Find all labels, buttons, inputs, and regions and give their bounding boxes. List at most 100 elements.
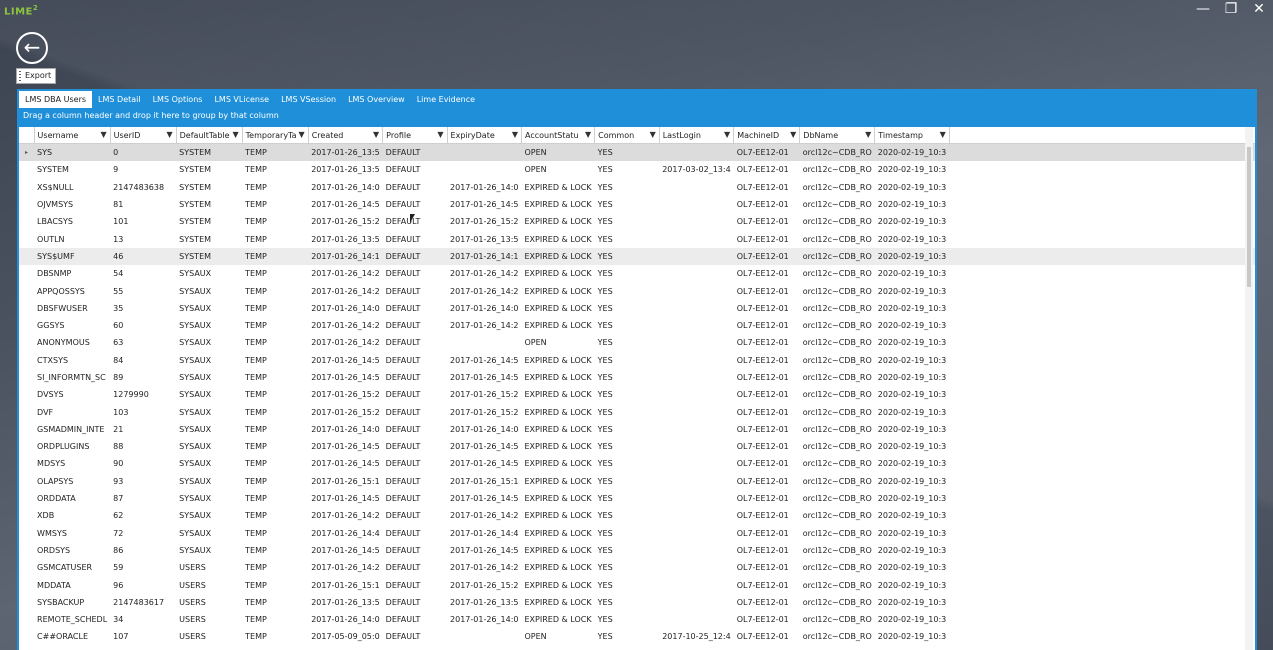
export-button[interactable]: Export: [16, 68, 57, 84]
table-row[interactable]: CTXSYS 84 SYSAUX TEMP 2017-01-26_14:5 DEFAULT…: [19, 352, 1255, 369]
cell-temporaryta: TEMP: [245, 545, 267, 555]
cell-username: GGSYS: [37, 321, 65, 331]
cell-common: YES: [597, 459, 613, 469]
column-header-temporaryta[interactable]: TemporaryTa ▼: [242, 127, 309, 144]
column-header-accountstatu[interactable]: AccountStatu ▼: [521, 127, 596, 144]
tab-lms-overview[interactable]: LMS Overview: [342, 91, 411, 108]
filter-icon[interactable]: ▼: [940, 130, 946, 139]
cell-userid: 63: [113, 338, 124, 348]
cell-profile: DEFAULT: [385, 528, 421, 538]
table-row[interactable]: LBACSYS 101 SYSTEM TEMP 2017-01-26_15:2 DEFAU…: [19, 213, 1255, 230]
table-row[interactable]: MDSYS 90 SYSAUX TEMP 2017-01-26_14:5 DEFAULT 2…: [19, 455, 1255, 472]
column-header-lastlogin[interactable]: LastLogin ▼: [659, 127, 735, 144]
cell-common: YES: [597, 442, 613, 452]
cell-profile: DEFAULT: [385, 303, 421, 313]
table-row[interactable]: OUTLN 13 SYSTEM TEMP 2017-01-26_13:5 DEFAULT 2…: [19, 230, 1255, 247]
table-row[interactable]: REMOTE_SCHEDL 34 USERS TEMP 2017-01-26_14:0 D…: [19, 611, 1255, 628]
column-header-timestamp[interactable]: Timestamp ▼: [874, 127, 950, 144]
table-row[interactable]: WMSYS 72 SYSAUX TEMP 2017-01-26_14:4 DEFAULT 2…: [19, 525, 1255, 542]
column-header-dbname[interactable]: DbName ▼: [799, 127, 876, 144]
table-row[interactable]: SI_INFORMTN_SC 89 SYSAUX TEMP 2017-01-26_14:…: [19, 369, 1255, 386]
table-row[interactable]: XS$NULL 2147483638 SYSTEM TEMP 2017-01-26_14…: [19, 179, 1255, 196]
table-row[interactable]: OJVMSYS 81 SYSTEM TEMP 2017-01-26_14:5 DEFAUL…: [19, 196, 1255, 213]
cell-accountstatu: EXPIRED & LOCK: [524, 234, 592, 244]
maximize-icon[interactable]: ❐: [1217, 0, 1245, 18]
table-row[interactable]: DBSFWUSER 35 SYSAUX TEMP 2017-01-26_14:0 DEFA…: [19, 300, 1255, 317]
filter-icon[interactable]: ▼: [101, 130, 107, 139]
cell-expirydate: [447, 161, 521, 178]
filter-icon[interactable]: ▼: [585, 130, 591, 139]
table-row[interactable]: SYSTEM 9 SYSTEM TEMP 2017-01-26_13:5 DEFAULT O…: [19, 161, 1255, 178]
cell-common: YES: [594, 247, 660, 266]
cell-lastlogin: [659, 317, 733, 334]
minimize-icon[interactable]: —: [1189, 0, 1217, 18]
cell-dbname: orcl12c~CDB_RO: [802, 390, 872, 400]
column-header-profile[interactable]: Profile ▼: [382, 127, 448, 144]
column-header-userid[interactable]: UserID ▼: [110, 127, 177, 144]
table-row[interactable]: ANONYMOUS 63 SYSAUX TEMP 2017-01-26_14:2 DEFA…: [19, 334, 1255, 351]
filter-icon[interactable]: ▼: [299, 130, 305, 139]
filter-icon[interactable]: ▼: [232, 130, 238, 139]
table-row[interactable]: OLAPSYS 93 SYSAUX TEMP 2017-01-26_15:1 DEFAUL…: [19, 473, 1255, 490]
cell-dbname: orcl12c~CDB_RO: [802, 511, 872, 521]
cell-dbname: orcl12c~CDB_RO: [802, 286, 872, 296]
tab-lms-options[interactable]: LMS Options: [147, 91, 209, 108]
filter-icon[interactable]: ▼: [865, 130, 871, 139]
cell-created: 2017-01-26_14:5: [311, 355, 380, 365]
cell-userid: 93: [113, 476, 124, 486]
table-row[interactable]: APPQOSSYS 55 SYSAUX TEMP 2017-01-26_14:2 DEFA…: [19, 282, 1255, 299]
table-row[interactable]: ORDSYS 86 SYSAUX TEMP 2017-01-26_14:5 DEFAULT…: [19, 542, 1255, 559]
table-row[interactable]: GSMCATUSER 59 USERS TEMP 2017-01-26_14:2 DEFA…: [19, 559, 1255, 576]
column-header-username[interactable]: Username ▼: [34, 127, 111, 144]
cell-dbname: orcl12c~CDB_RO: [802, 269, 872, 279]
row-indicator: [19, 455, 34, 472]
filter-icon[interactable]: ▼: [166, 130, 172, 139]
table-row[interactable]: DVSYS 1279990 SYSAUX TEMP 2017-01-26_15:2 DEF…: [19, 386, 1255, 403]
filter-icon[interactable]: ▼: [724, 130, 730, 139]
table-row[interactable]: SYS$UMF 46 SYSTEM TEMP 2017-01-26_14:1 DEFAUL…: [19, 247, 1255, 266]
cell-dbname: orcl12c~CDB_RO: [802, 580, 872, 590]
table-row[interactable]: MDDATA 96 USERS TEMP 2017-01-26_15:1 DEFAULT 2…: [19, 576, 1255, 593]
filter-icon[interactable]: ▼: [790, 130, 796, 139]
tab-lms-dba-users[interactable]: LMS DBA Users: [19, 91, 93, 108]
filter-icon[interactable]: ▼: [373, 130, 379, 139]
tab-lms-detail[interactable]: LMS Detail: [92, 91, 147, 108]
row-filler: [949, 247, 1255, 266]
cell-timestamp: 2020-02-19_10:3: [877, 234, 947, 244]
column-header-machineid[interactable]: MachineID ▼: [733, 127, 801, 144]
cell-userid: 86: [113, 545, 124, 555]
table-row[interactable]: GSMADMIN_INTE 21 SYSAUX TEMP 2017-01-26_14:0…: [19, 421, 1255, 438]
column-header-defaulttable[interactable]: DefaultTable ▼: [176, 127, 243, 144]
table-row[interactable]: ▸ SYS 0 SYSTEM TEMP 2017-01-26_13:5 DEFAULT OPE…: [19, 143, 1255, 162]
cell-lastlogin: [659, 213, 733, 230]
cell-expirydate: 2017-01-26_14:5: [450, 459, 519, 469]
filter-icon[interactable]: ▼: [650, 130, 656, 139]
table-row[interactable]: GGSYS 60 SYSAUX TEMP 2017-01-26_14:2 DEFAULT 2…: [19, 317, 1255, 334]
table-row[interactable]: XDB 62 SYSAUX TEMP 2017-01-26_14:2 DEFAULT 201…: [19, 507, 1255, 524]
table-row[interactable]: SYSBACKUP 2147483617 USERS TEMP 2017-01-26_1…: [19, 594, 1255, 611]
close-icon[interactable]: ✕: [1245, 0, 1273, 18]
column-header-common[interactable]: Common ▼: [594, 127, 660, 144]
row-indicator: ▸: [19, 143, 35, 162]
table-row[interactable]: ORDPLUGINS 88 SYSAUX TEMP 2017-01-26_14:5 DEF…: [19, 438, 1255, 455]
filter-icon[interactable]: ▼: [437, 130, 443, 139]
vertical-scrollbar[interactable]: [1245, 127, 1253, 650]
filter-icon[interactable]: ▼: [512, 130, 518, 139]
table-row[interactable]: ORDDATA 87 SYSAUX TEMP 2017-01-26_14:5 DEFAUL…: [19, 490, 1255, 507]
cell-lastlogin: [659, 282, 733, 299]
column-header-created[interactable]: Created ▼: [308, 127, 384, 144]
table-row[interactable]: DBSNMP 54 SYSAUX TEMP 2017-01-26_14:2 DEFAULT…: [19, 265, 1255, 282]
cell-common: YES: [597, 476, 613, 486]
scrollbar-thumb[interactable]: [1247, 147, 1251, 287]
cell-machineid: OL7-EE12-01: [736, 407, 789, 417]
tab-lms-vsession[interactable]: LMS VSession: [275, 91, 342, 108]
back-button[interactable]: ←: [16, 32, 48, 64]
column-header-expirydate[interactable]: ExpiryDate ▼: [447, 127, 523, 144]
cell-timestamp: 2020-02-19_10:3: [877, 269, 947, 279]
tab-lime-evidence[interactable]: Lime Evidence: [411, 91, 481, 108]
cell-temporaryta: TEMP: [245, 632, 267, 642]
cell-username: MDDATA: [37, 580, 71, 590]
table-row[interactable]: DVF 103 SYSAUX TEMP 2017-01-26_15:2 DEFAULT 20…: [19, 403, 1255, 420]
table-row[interactable]: C##ORACLE 107 USERS TEMP 2017-05-09_05:0 DEFA…: [19, 628, 1255, 645]
tab-lms-vlicense[interactable]: LMS VLicense: [208, 91, 275, 108]
